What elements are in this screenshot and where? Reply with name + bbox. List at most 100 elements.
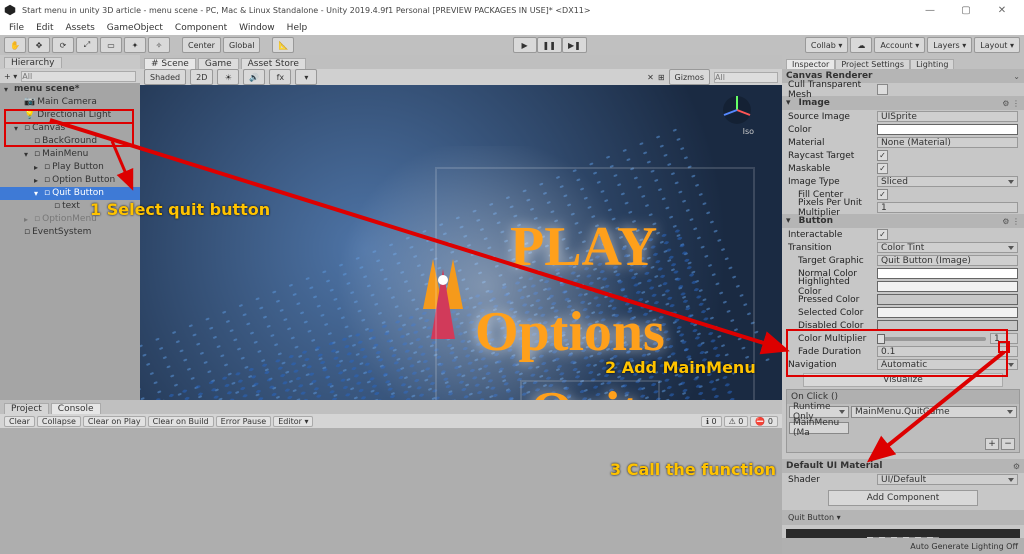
fx-icon[interactable]: fx [269,69,291,85]
step-button[interactable]: ▶❚ [562,37,587,53]
menu-window[interactable]: Window [234,23,280,33]
node-optionmenu[interactable]: ▫ OptionMenu [0,213,140,226]
space-toggle[interactable]: Global [223,37,261,53]
checkbox-raycast[interactable] [877,150,888,161]
console-info-count[interactable]: ℹ 0 [701,416,722,427]
hierarchy-search[interactable] [21,71,136,82]
transform-tool[interactable]: ✦ [124,37,146,53]
orientation-gizmo[interactable] [720,93,754,127]
menu-help[interactable]: Help [282,23,313,33]
custom-tool[interactable]: ✧ [148,37,170,53]
play-button[interactable]: ▶ [513,37,537,53]
gizmos-dropdown[interactable]: Gizmos [669,69,710,85]
menu-component[interactable]: Component [170,23,232,33]
checkbox-maskable[interactable] [877,163,888,174]
dropdown-image-type[interactable]: Sliced [877,176,1018,187]
console-clear-on-build[interactable]: Clear on Build [148,416,214,427]
color-selected[interactable] [877,307,1018,318]
camera-select-icon[interactable]: ✕ [647,73,654,82]
2d-toggle[interactable]: 2D [190,69,213,85]
node-main-camera[interactable]: 📷 Main Camera [0,96,140,109]
scene-root[interactable]: menu scene* [0,83,140,96]
node-canvas[interactable]: ▫ Canvas [0,122,140,135]
visualize-button[interactable]: Visualize [803,373,1003,387]
console-clear[interactable]: Clear [4,416,35,427]
material-header[interactable]: Default UI Material [786,461,882,471]
scene-search[interactable] [714,72,778,83]
pause-button[interactable]: ❚❚ [537,37,562,53]
console-clear-on-play[interactable]: Clear on Play [83,416,146,427]
node-play-button[interactable]: ▫ Play Button [0,161,140,174]
onclick-remove-button[interactable]: − [1001,438,1015,450]
cloud-icon[interactable]: ☁ [850,37,872,53]
onclick-add-button[interactable]: + [985,438,999,450]
dropdown-transition[interactable]: Color Tint [877,242,1018,253]
field-material[interactable]: None (Material) [877,137,1018,148]
layout-dropdown[interactable]: Layout ▾ [974,37,1020,53]
tab-lighting[interactable]: Lighting [910,59,954,69]
node-option-button[interactable]: ▫ Option Button [0,174,140,187]
rotate-tool[interactable]: ⟳ [52,37,74,53]
color-normal[interactable] [877,268,1018,279]
dropdown-navigation[interactable]: Automatic [877,359,1018,370]
component-image[interactable]: Image [799,98,830,108]
layers-dropdown[interactable]: Layers ▾ [927,37,972,53]
account-dropdown[interactable]: Account ▾ [874,37,925,53]
field-fade-duration[interactable]: 0.1 [877,346,1018,357]
checkbox-cull[interactable] [877,84,888,95]
menu-assets[interactable]: Assets [61,23,100,33]
menu-edit[interactable]: Edit [31,23,58,33]
tab-project[interactable]: Project [4,403,49,414]
slider-color-mult[interactable] [877,337,986,341]
color-image[interactable] [877,124,1018,135]
close-button[interactable]: ✕ [984,0,1020,20]
console-warn-count[interactable]: ⚠ 0 [724,416,749,427]
draw-mode-icon[interactable]: ⊞ [658,73,665,82]
onclick-object-field[interactable]: MainMenu (Ma [789,422,849,434]
field-target-graphic[interactable]: Quit Button (Image) [877,255,1018,266]
create-dropdown[interactable]: + ▾ [4,72,17,81]
console-error-pause[interactable]: Error Pause [216,416,272,427]
tab-inspector[interactable]: Inspector [786,59,835,69]
field-ppum[interactable]: 1 [877,202,1018,213]
rect-tool[interactable]: ▭ [100,37,122,53]
menu-file[interactable]: File [4,23,29,33]
console-error-count[interactable]: ⛔ 0 [750,416,778,427]
audio-icon[interactable]: 🔊 [243,69,265,85]
node-quit-button[interactable]: ▫ Quit Button [0,187,140,200]
field-source-image[interactable]: UISprite [877,111,1018,122]
onclick-function-dropdown[interactable]: MainMenu.QuitGame [851,406,1017,418]
checkbox-interactable[interactable] [877,229,888,240]
color-pressed[interactable] [877,294,1018,305]
node-mainmenu[interactable]: ▫ MainMenu [0,148,140,161]
tab-game[interactable]: Game [198,58,239,69]
collab-dropdown[interactable]: Collab ▾ [805,37,848,53]
checkbox-fill-center[interactable] [877,189,888,200]
onclick-runtime-dropdown[interactable]: Runtime Only [789,406,849,418]
scale-tool[interactable]: ⤢ [76,37,98,53]
preview-title[interactable]: Quit Button ▾ [782,510,1024,525]
console-body[interactable] [0,428,782,554]
node-background[interactable]: ▫ BackGround [0,135,140,148]
node-directional-light[interactable]: 💡 Directional Light [0,109,140,122]
dropdown-shader[interactable]: UI/Default [877,474,1018,485]
minimize-button[interactable]: — [912,0,948,20]
vis-dropdown[interactable]: ▾ [295,69,317,85]
hand-tool[interactable]: ✋ [4,37,26,53]
lighting-icon[interactable]: ☀ [217,69,239,85]
move-tool[interactable]: ✥ [28,37,50,53]
component-button[interactable]: Button [799,216,833,226]
snap-toggle[interactable]: 📐 [272,37,294,53]
add-component-button[interactable]: Add Component [828,490,978,506]
console-collapse[interactable]: Collapse [37,416,81,427]
tab-scene[interactable]: # Scene [144,58,196,69]
tab-project-settings[interactable]: Project Settings [835,59,910,69]
maximize-button[interactable]: ▢ [948,0,984,20]
tab-asset-store[interactable]: Asset Store [241,58,306,69]
lighting-footer[interactable]: Auto Generate Lighting Off [782,538,1024,554]
menu-gameobject[interactable]: GameObject [102,23,168,33]
color-highlighted[interactable] [877,281,1018,292]
shading-mode[interactable]: Shaded [144,69,186,85]
console-editor[interactable]: Editor ▾ [273,416,313,427]
hierarchy-tab[interactable]: Hierarchy [4,57,62,68]
